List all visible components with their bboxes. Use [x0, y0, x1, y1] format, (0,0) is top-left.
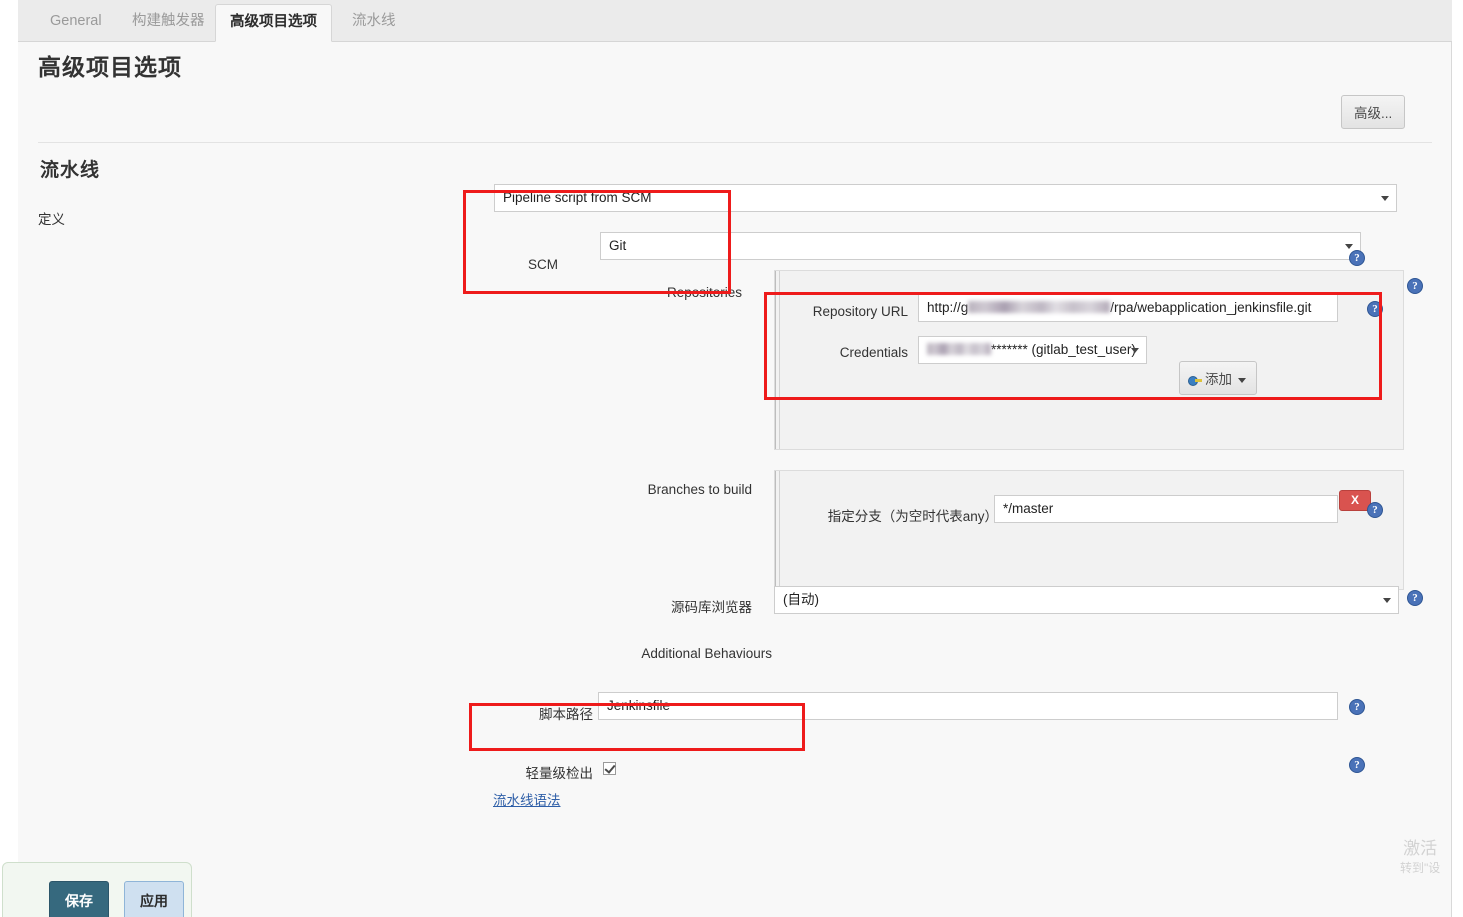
advanced-options-button[interactable]: 高级... [1341, 95, 1406, 129]
save-button[interactable]: 保存 [49, 881, 109, 917]
chevron-down-icon [1345, 244, 1353, 249]
branch-specifier-label: 指定分支（为空时代表any） [827, 509, 998, 524]
repository-url-value-prefix: http://g [927, 300, 969, 315]
chevron-down-icon [1383, 598, 1391, 603]
tab-pipeline[interactable]: 流水线 [338, 4, 410, 42]
section-divider [38, 142, 1432, 143]
scm-select-value: Git [609, 238, 627, 253]
add-credentials-button[interactable]: 添加 [1179, 361, 1257, 395]
branch-specifier-help-icon[interactable]: ? [1367, 502, 1383, 518]
repository-browser-select[interactable]: (自动) [774, 586, 1399, 614]
repositories-help-icon[interactable]: ? [1407, 278, 1423, 294]
config-tab-bar: General 构建触发器 高级项目选项 流水线 [18, 0, 1452, 42]
jenkins-pipeline-config-page: General 构建触发器 高级项目选项 流水线 高级项目选项 高级... 流水… [0, 0, 1463, 917]
script-path-input[interactable]: Jenkinsfile [598, 692, 1338, 720]
tab-build-triggers[interactable]: 构建触发器 [118, 4, 219, 42]
repository-url-value-suffix: /rpa/webapplication_jenkinsfile.git [1110, 300, 1312, 315]
credentials-value-suffix: ******* (gitlab_test_user) [991, 342, 1136, 357]
repository-url-help-icon[interactable]: ? [1367, 301, 1383, 317]
scm-select[interactable]: Git [600, 232, 1361, 260]
repository-url-input[interactable]: http://g/rpa/webapplication_jenkinsfile.… [918, 294, 1338, 322]
pipeline-section-title: 流水线 [40, 160, 101, 181]
lightweight-checkout-help-icon[interactable]: ? [1349, 757, 1365, 773]
panel-rail [775, 271, 780, 449]
page-title: 高级项目选项 [38, 54, 182, 80]
chevron-down-icon [1131, 348, 1139, 353]
content-frame: General 构建触发器 高级项目选项 流水线 高级项目选项 高级... 流水… [18, 0, 1452, 917]
lightweight-checkout-label: 轻量级检出 [525, 766, 594, 781]
apply-button[interactable]: 应用 [124, 881, 184, 917]
scm-label: SCM [528, 257, 558, 272]
repositories-label: Repositories [666, 285, 742, 300]
branches-to-build-label: Branches to build [647, 482, 752, 497]
repository-browser-help-icon[interactable]: ? [1407, 590, 1423, 606]
panel-rail [775, 471, 780, 589]
additional-behaviours-label: Additional Behaviours [641, 646, 772, 661]
credentials-select[interactable]: ******* (gitlab_test_user) [918, 336, 1147, 364]
definition-select[interactable]: Pipeline script from SCM [494, 184, 1397, 212]
definition-label: 定义 [38, 212, 65, 227]
scm-help-icon[interactable]: ? [1349, 250, 1365, 266]
credentials-label: Credentials [839, 345, 908, 360]
lightweight-checkout-checkbox[interactable] [603, 762, 616, 775]
tab-general[interactable]: General [36, 4, 116, 42]
script-path-label: 脚本路径 [539, 707, 593, 722]
repository-url-label: Repository URL [812, 304, 908, 319]
script-path-help-icon[interactable]: ? [1349, 699, 1365, 715]
repository-url-redacted [968, 301, 1111, 313]
pipeline-syntax-link[interactable]: 流水线语法 [493, 789, 561, 809]
definition-select-value: Pipeline script from SCM [503, 190, 652, 205]
repository-browser-label: 源码库浏览器 [671, 600, 752, 615]
credentials-redacted [927, 343, 991, 355]
key-icon [1188, 375, 1202, 386]
chevron-down-icon [1238, 377, 1246, 383]
branch-specifier-input[interactable]: */master [994, 495, 1338, 523]
form-action-bar: 保存 应用 [2, 862, 192, 917]
branches-panel [774, 470, 1404, 590]
add-credentials-label: 添加 [1205, 372, 1232, 387]
repository-browser-value: (自动) [783, 592, 819, 607]
tab-advanced-project-options[interactable]: 高级项目选项 [215, 4, 332, 42]
chevron-down-icon [1381, 196, 1389, 201]
